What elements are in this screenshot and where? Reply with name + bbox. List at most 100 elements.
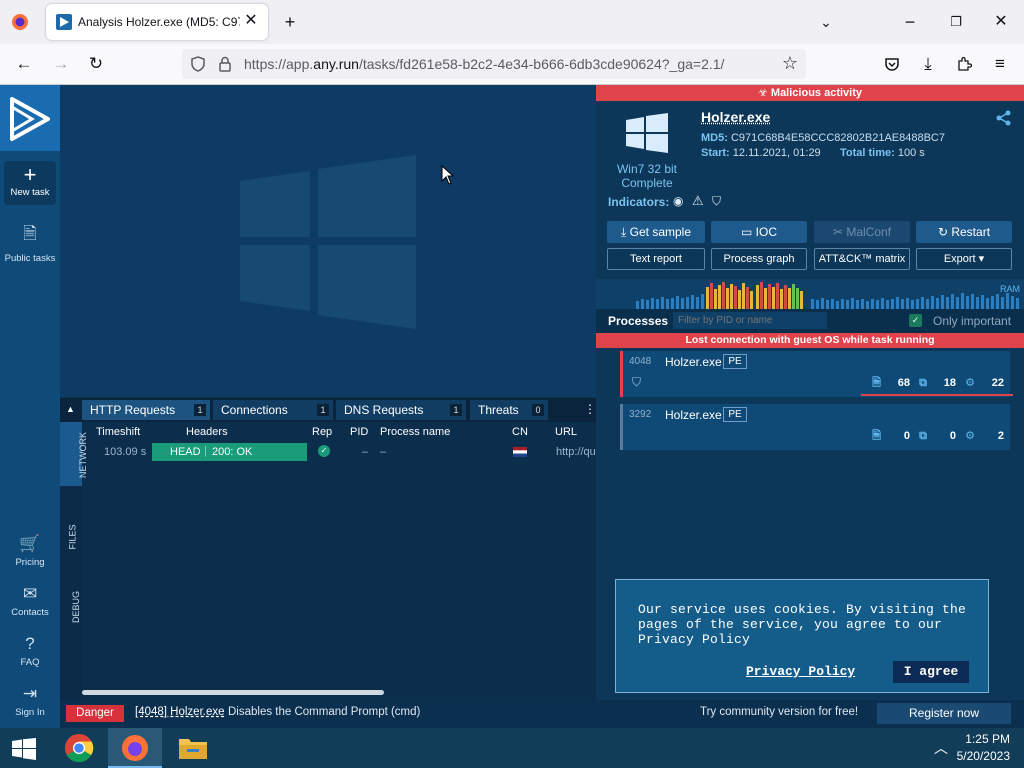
firefox-menu-icon[interactable]: [10, 12, 30, 32]
process-row-2[interactable]: 3292 Holzer.exe PE 🗎 0 ⧉ 0 ⚙ 2: [620, 404, 1010, 450]
total-time-line: Total time: 100 s: [840, 147, 925, 159]
browser-tab[interactable]: Analysis Holzer.exe (MD5: C971 ✕: [46, 4, 268, 40]
col-pid[interactable]: PID: [350, 426, 368, 438]
col-process-name[interactable]: Process name: [380, 426, 450, 438]
tab-close-icon[interactable]: ✕: [242, 12, 260, 30]
close-window-icon[interactable]: ✕: [989, 10, 1013, 34]
only-important-checkbox[interactable]: ✓: [909, 314, 922, 327]
forward-icon[interactable]: →: [49, 52, 73, 76]
col-timeshift[interactable]: Timeshift: [96, 426, 140, 438]
contacts-button[interactable]: ✉ Contacts: [0, 584, 60, 618]
windows-logo-watermark: [240, 155, 416, 329]
anyrun-logo[interactable]: [0, 85, 60, 151]
new-tab-icon[interactable]: +: [278, 10, 302, 34]
browser-nav-bar: ← → ↻ https://app.any.run/tasks/fd261e58…: [0, 44, 1024, 85]
sign-in-button[interactable]: ⇥ Sign In: [0, 684, 60, 718]
list-tabs-chevron-icon[interactable]: ⌄: [814, 10, 838, 34]
registry-count: 22: [991, 377, 1004, 389]
cart-icon: 🛒: [19, 534, 41, 553]
file-icon: 🗎: [872, 377, 881, 389]
register-now-button[interactable]: Register now: [877, 703, 1011, 724]
windows-start-icon[interactable]: [12, 738, 36, 760]
text-report-button[interactable]: Text report: [607, 248, 705, 270]
restore-icon[interactable]: ❐: [944, 10, 968, 34]
extensions-icon[interactable]: [956, 56, 972, 72]
only-important-label[interactable]: Only important: [933, 314, 1011, 328]
explorer-taskbar-button[interactable]: [166, 728, 220, 768]
process-stats: 🗎 0 ⧉ 0 ⚙ 2: [872, 427, 1004, 446]
public-tasks-button[interactable]: 🗎 Public tasks: [0, 221, 60, 264]
danger-badge: Danger: [66, 705, 124, 722]
md5-value[interactable]: C971C68B4E58CCC82802B21AE8488BC7: [731, 132, 945, 144]
get-sample-button[interactable]: ⤓ Get sample: [607, 221, 705, 243]
table-row[interactable]: 103.09 s HEAD | 200: OK ✓ – – http://qu: [82, 442, 596, 464]
contacts-label: Contacts: [11, 607, 49, 618]
registry-icon: ⚙: [965, 377, 975, 389]
process-type-badge: PE: [723, 407, 747, 422]
faq-button[interactable]: ? FAQ: [0, 634, 60, 668]
hamburger-menu-icon[interactable]: ≡: [988, 52, 1012, 76]
bookmark-star-icon[interactable]: ☆: [782, 53, 798, 74]
new-task-button[interactable]: + New task: [4, 161, 56, 205]
indicators-label: Indicators:: [608, 195, 670, 209]
status-message: Disables the Command Prompt (cmd): [228, 706, 421, 718]
tracking-shield-icon[interactable]: [190, 56, 206, 72]
url-bar[interactable]: https://app.any.run/tasks/fd261e58-b2c2-…: [182, 49, 806, 79]
process-row-1[interactable]: 4048 Holzer.exe PE ⛉ 🗎 68 ⧉ 18 ⚙ 22: [620, 351, 1013, 397]
shield-icon[interactable]: ⛉: [712, 194, 721, 209]
attck-matrix-button[interactable]: ATT&CK™ matrix: [814, 248, 910, 270]
url-text[interactable]: https://app.any.run/tasks/fd261e58-b2c2-…: [244, 56, 724, 72]
collapse-panel-icon[interactable]: ▲: [66, 404, 75, 414]
sign-in-label: Sign In: [15, 707, 45, 718]
export-button[interactable]: Export ▾: [916, 248, 1012, 270]
privacy-policy-link[interactable]: Privacy Policy: [746, 664, 855, 679]
warning-icon[interactable]: ⚠: [692, 193, 704, 209]
tab-threats[interactable]: Threats 0: [470, 400, 548, 420]
agree-button[interactable]: I agree: [893, 661, 969, 683]
pricing-button[interactable]: 🛒 Pricing: [0, 534, 60, 568]
pocket-icon[interactable]: [884, 56, 900, 72]
vtab-network[interactable]: NETWORK: [60, 422, 88, 486]
malicious-banner: ☣ Malicious activity: [596, 85, 1024, 101]
share-icon[interactable]: [996, 110, 1012, 126]
tab-http-requests[interactable]: HTTP Requests 1: [82, 400, 210, 420]
question-icon: ?: [25, 634, 35, 653]
cookie-banner: Our service uses cookies. By visiting th…: [615, 579, 989, 693]
horizontal-scrollbar[interactable]: [82, 690, 384, 695]
col-rep[interactable]: Rep: [312, 426, 332, 438]
process-graph-button[interactable]: Process graph: [711, 248, 807, 270]
tab-connections[interactable]: Connections 1: [213, 400, 333, 420]
modules-count: 18: [943, 377, 956, 389]
files-count: 68: [897, 377, 911, 389]
vtab-debug[interactable]: DEBUG: [60, 574, 82, 638]
vtab-files[interactable]: FILES: [60, 504, 82, 568]
ioc-button[interactable]: ▭ IOC: [711, 221, 807, 243]
taskbar-clock[interactable]: 1:25 PM 5/20/2023: [957, 731, 1010, 765]
firefox-taskbar-button[interactable]: [108, 728, 162, 768]
status-process-link[interactable]: [4048] Holzer.exe: [135, 706, 225, 718]
malconf-button[interactable]: ✂ MalConf: [814, 221, 910, 243]
downloads-icon[interactable]: ⤓: [916, 52, 940, 76]
col-url[interactable]: URL: [555, 426, 577, 438]
minimize-icon[interactable]: −: [898, 10, 922, 34]
restart-button[interactable]: ↻ Restart: [916, 221, 1012, 243]
community-text: Try community version for free!: [700, 706, 859, 718]
vm-screen[interactable]: [60, 85, 596, 397]
browser-tab-bar: Analysis Holzer.exe (MD5: C971 ✕ + ⌄ − ❐…: [0, 0, 1024, 44]
row-url[interactable]: http://qu: [556, 446, 596, 458]
tab-dns-requests[interactable]: DNS Requests 1: [336, 400, 466, 420]
lock-icon[interactable]: [218, 56, 232, 72]
reload-icon[interactable]: ↻: [84, 52, 108, 76]
shield-check-icon: ⛉: [632, 375, 642, 389]
chrome-taskbar-button[interactable]: [52, 728, 106, 768]
modules-count: 0: [949, 430, 956, 442]
kebab-menu-icon[interactable]: ⋮: [584, 402, 596, 416]
vertical-tabs: NETWORK FILES DEBUG: [60, 422, 88, 700]
spy-eye-icon[interactable]: ◉: [673, 194, 683, 208]
col-cn[interactable]: CN: [512, 426, 528, 438]
file-name[interactable]: Holzer.exe: [701, 109, 770, 125]
back-icon[interactable]: ←: [12, 52, 36, 76]
col-headers[interactable]: Headers: [186, 426, 228, 438]
system-tray-chevron-icon[interactable]: ︿: [934, 738, 948, 758]
process-filter-input[interactable]: [673, 312, 827, 329]
